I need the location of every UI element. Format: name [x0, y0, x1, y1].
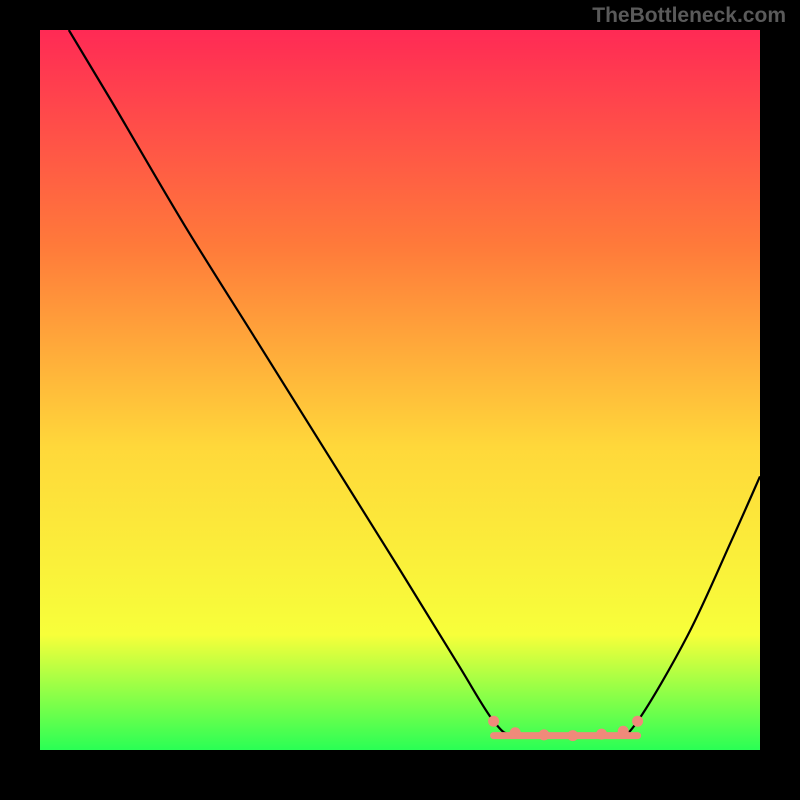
marker-dot [618, 726, 629, 737]
marker-dot [567, 730, 578, 741]
marker-dot [539, 729, 550, 740]
marker-dot [596, 729, 607, 740]
marker-dot [632, 716, 643, 727]
marker-dot [510, 727, 521, 738]
bottleneck-chart [40, 30, 760, 750]
gradient-background [40, 30, 760, 750]
marker-dot [488, 716, 499, 727]
attribution-text: TheBottleneck.com [592, 4, 786, 28]
chart-svg [40, 30, 760, 750]
